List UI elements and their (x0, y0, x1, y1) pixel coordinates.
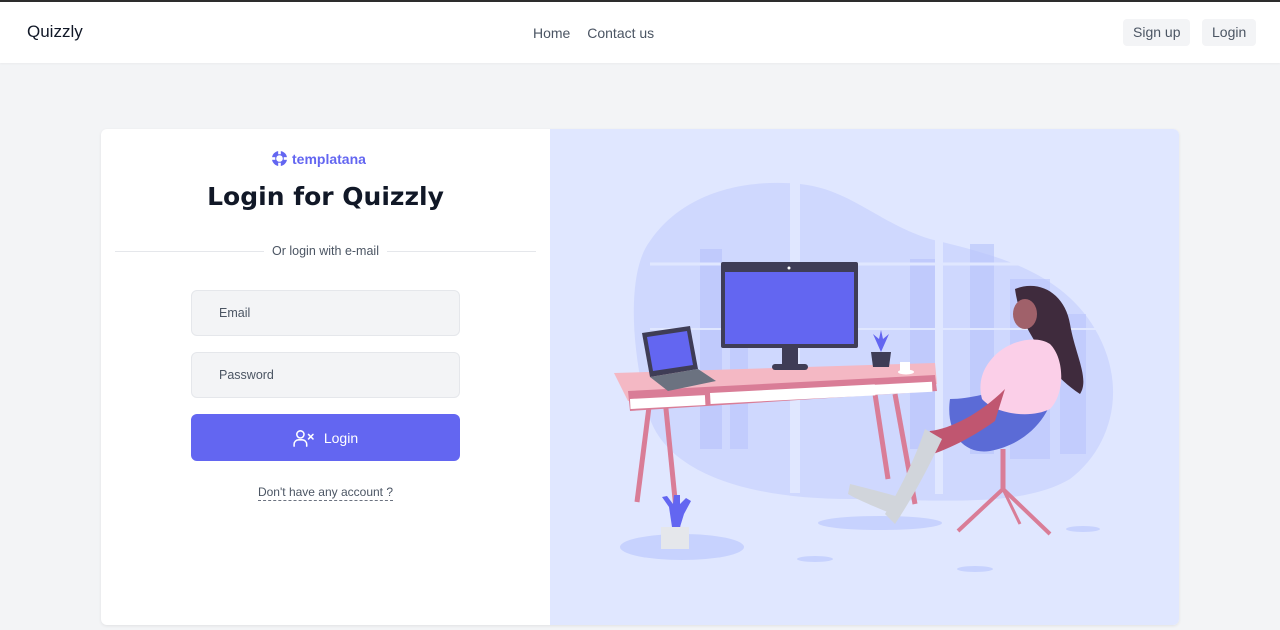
page-title: Login for Quizzly (207, 182, 444, 211)
nav-links: Home Contact us (533, 25, 667, 41)
lifebuoy-icon (271, 150, 288, 167)
nav-link-contact[interactable]: Contact us (587, 25, 654, 41)
email-field[interactable] (191, 290, 460, 336)
nav-login-button[interactable]: Login (1202, 19, 1257, 46)
signup-button[interactable]: Sign up (1123, 19, 1191, 46)
workspace-illustration (614, 182, 1114, 572)
signup-prompt: Don't have any account ? (101, 483, 550, 501)
divider-text: Or login with e-mail (264, 244, 387, 258)
password-field[interactable] (191, 352, 460, 398)
divider-label: Or login with e-mail (101, 242, 550, 260)
login-button[interactable]: Login (191, 414, 460, 461)
top-navbar: Quizzly Home Contact us Sign up Login (0, 0, 1280, 63)
illustration-panel (550, 129, 1179, 625)
login-button-label: Login (323, 429, 359, 446)
login-card: templatana Login for Quizzly Or login wi… (101, 129, 1179, 625)
nav-link-home[interactable]: Home (533, 25, 570, 41)
signup-link[interactable]: Don't have any account ? (257, 485, 394, 501)
logo-text: templatana (292, 150, 366, 167)
login-form-panel: templatana Login for Quizzly Or login wi… (101, 129, 550, 625)
templatana-logo: templatana (271, 150, 366, 167)
user-x-icon (293, 429, 314, 447)
brand-logo[interactable]: Quizzly (27, 22, 83, 42)
